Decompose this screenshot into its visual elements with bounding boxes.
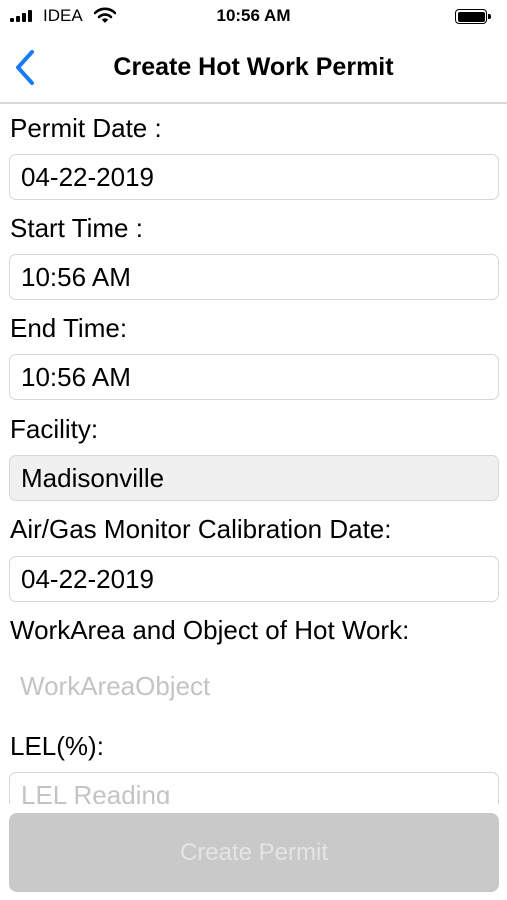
battery-icon [455,9,491,24]
create-permit-button[interactable]: Create Permit [9,813,499,892]
calibration-date-field[interactable]: 04-22-2019 [9,556,499,602]
permit-form: Permit Date : 04-22-2019 Start Time : 10… [0,104,507,804]
status-bar: IDEA 10:56 AM [0,0,507,34]
status-time: 10:56 AM [216,6,291,25]
facility-label: Facility: [10,414,99,444]
lel-label: LEL(%): [10,731,104,761]
facility-field: Madisonville [9,455,499,501]
navigation-bar: Create Hot Work Permit [0,34,507,104]
lel-input[interactable]: LEL Reading [9,772,499,804]
permit-date-label: Permit Date : [10,113,162,143]
end-time-field[interactable]: 10:56 AM [9,354,499,400]
permit-date-field[interactable]: 04-22-2019 [9,154,499,200]
work-area-input[interactable]: WorkAreaObject [9,664,499,710]
end-time-label: End Time: [10,313,128,343]
page-title: Create Hot Work Permit [113,53,394,81]
work-area-label: WorkArea and Object of Hot Work: [10,615,410,645]
calibration-date-label: Air/Gas Monitor Calibration Date: [10,514,392,544]
start-time-field[interactable]: 10:56 AM [9,254,499,300]
start-time-label: Start Time : [10,213,143,243]
